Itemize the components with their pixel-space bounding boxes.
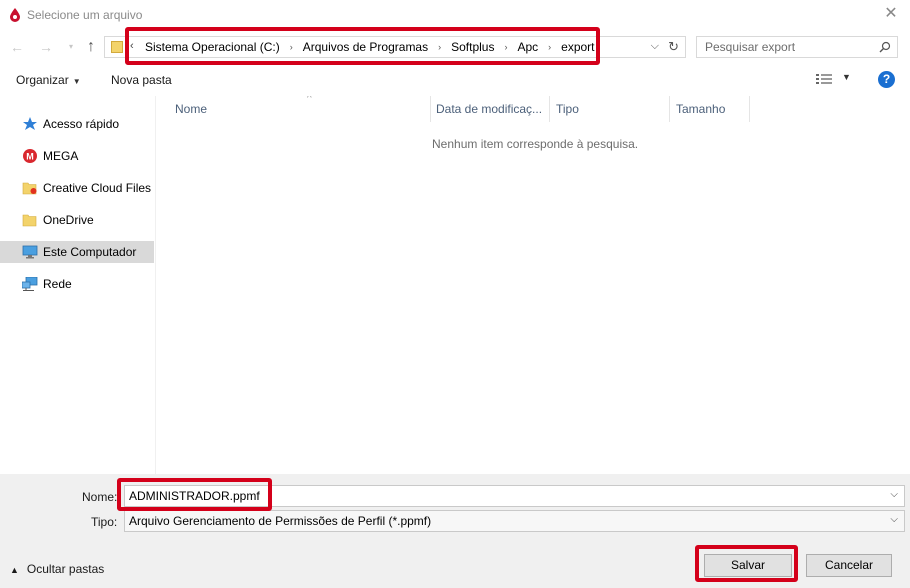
sidebar-item-label: Este Computador [43, 245, 137, 259]
file-type-label: Tipo: [91, 515, 118, 529]
search-box[interactable] [696, 36, 898, 58]
details-view-icon [816, 74, 832, 84]
sidebar-item-onedrive[interactable]: OneDrive [0, 209, 154, 231]
breadcrumb-item[interactable]: Arquivos de Programas [303, 40, 428, 54]
folder-icon [111, 41, 123, 53]
breadcrumb-item[interactable]: Softplus [451, 40, 494, 54]
hide-folders-button[interactable]: ▲ Ocultar pastas [10, 562, 104, 576]
file-list: ^ Nome Data de modificaç... Tipo Tamanho… [157, 96, 910, 474]
breadcrumb-item[interactable]: Sistema Operacional (C:) [145, 40, 280, 54]
column-header-label: Tamanho [676, 102, 726, 116]
sidebar-item-label: Creative Cloud Files [43, 181, 152, 195]
search-input[interactable] [705, 40, 865, 54]
star-icon [23, 117, 37, 130]
close-icon[interactable]: ✕ [882, 5, 900, 23]
creative-cloud-folder-icon [22, 182, 37, 195]
sidebar-item-mega[interactable]: M MEGA [0, 145, 154, 167]
new-folder-button[interactable]: Nova pasta [111, 73, 172, 87]
file-name-label: Nome: [82, 490, 118, 504]
chevron-down-icon: ▼ [72, 77, 81, 86]
breadcrumb-item[interactable]: Apc [517, 40, 538, 54]
sidebar-item-label: Rede [43, 277, 72, 291]
sort-ascending-icon: ^ [307, 96, 312, 104]
breadcrumb-separator-icon[interactable]: › [504, 42, 507, 52]
help-icon[interactable]: ? [878, 71, 895, 88]
empty-results-message: Nenhum item corresponde à pesquisa. [432, 137, 639, 151]
mega-icon: M [23, 149, 37, 163]
breadcrumb-separator-icon[interactable]: › [548, 42, 551, 52]
save-form: Nome: ADMINISTRADOR.ppmf ⌵ Tipo: Arquivo… [0, 474, 910, 588]
address-dropdown-icon[interactable]: ⌵ [651, 40, 659, 53]
chevron-down-icon[interactable]: ⌵ [890, 514, 898, 525]
organize-label: Organizar [16, 73, 69, 87]
sidebar-item-creative-cloud[interactable]: Creative Cloud Files [0, 177, 154, 199]
breadcrumb-item[interactable]: export [561, 40, 594, 54]
chevron-down-icon[interactable]: ⌵ [890, 489, 898, 500]
sidebar-item-this-pc[interactable]: Este Computador [0, 241, 154, 263]
breadcrumb: Sistema Operacional (C:) › Arquivos de Pro… [145, 40, 595, 54]
breadcrumb-separator-icon[interactable]: › [290, 42, 293, 52]
recent-locations-chevron-icon[interactable]: ▾ [62, 38, 80, 56]
breadcrumb-separator-icon[interactable]: › [438, 42, 441, 52]
cancel-button[interactable]: Cancelar [806, 554, 892, 577]
file-type-value: Arquivo Gerenciamento de Permissões de P… [129, 514, 432, 528]
computer-icon [22, 245, 38, 259]
folder-icon [22, 214, 37, 227]
file-name-field[interactable]: ADMINISTRADOR.ppmf ⌵ [124, 485, 905, 507]
sidebar-item-label: MEGA [43, 149, 79, 163]
command-toolbar: Organizar ▼ Nova pasta ▼ ? [0, 66, 910, 94]
refresh-icon[interactable]: ↻ [668, 39, 679, 55]
sidebar-item-label: OneDrive [43, 213, 94, 227]
title-bar: Selecione um arquivo ✕ [0, 0, 910, 30]
organize-button[interactable]: Organizar ▼ [16, 73, 81, 87]
column-header-label: Tipo [556, 102, 579, 116]
column-header-date-modified[interactable]: Data de modificaç... [430, 96, 550, 122]
navigation-bar: ← → ▾ ↑ ‹ Sistema Operacional (C:) › Arqui… [0, 32, 910, 62]
network-icon [22, 277, 38, 291]
save-button[interactable]: Salvar [704, 554, 792, 577]
view-options-button[interactable]: ▼ [816, 72, 852, 88]
sidebar-item-quick-access[interactable]: Acesso rápido [0, 113, 154, 135]
address-bar[interactable]: ‹ Sistema Operacional (C:) › Arquivos de P… [104, 36, 686, 58]
sidebar-item-network[interactable]: Rede [0, 273, 154, 295]
file-type-select[interactable]: Arquivo Gerenciamento de Permissões de P… [124, 510, 905, 532]
chevron-up-icon: ▲ [10, 565, 19, 575]
column-header-type[interactable]: Tipo [550, 96, 670, 122]
column-header-size[interactable]: Tamanho [670, 96, 750, 122]
svg-text:M: M [26, 152, 34, 162]
column-header-label: Data de modificaç... [436, 102, 543, 116]
column-header-label: Nome [175, 102, 208, 116]
window-title: Selecione um arquivo [27, 8, 143, 22]
back-arrow-icon[interactable]: ← [8, 38, 26, 56]
sidebar-item-label: Acesso rápido [43, 117, 120, 131]
up-arrow-icon[interactable]: ↑ [82, 38, 100, 56]
overflow-chevron-icon[interactable]: ‹ [130, 40, 134, 52]
forward-arrow-icon[interactable]: → [37, 38, 55, 56]
view-chevron-down-icon: ▼ [842, 72, 851, 82]
hide-folders-label: Ocultar pastas [26, 562, 105, 576]
column-header-name[interactable]: ^ Nome [169, 96, 431, 122]
app-drop-icon [10, 8, 20, 22]
file-name-value: ADMINISTRADOR.ppmf [129, 489, 260, 503]
navigation-pane: Acesso rápido M MEGA Creative Cloud File… [0, 96, 156, 474]
search-icon[interactable] [879, 41, 891, 53]
